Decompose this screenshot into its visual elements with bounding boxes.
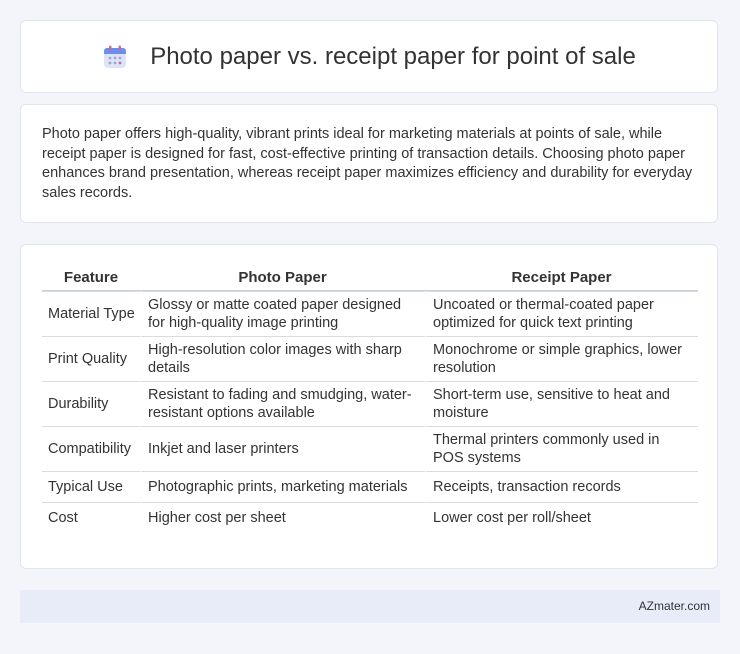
receipt-paper-cell: Receipts, transaction records (425, 471, 698, 502)
comparison-table: Feature Photo Paper Receipt Paper Materi… (42, 265, 698, 533)
footer: AZmater.com (20, 590, 720, 623)
feature-cell: Cost (42, 502, 140, 533)
summary-text: Photo paper offers high-quality, vibrant… (42, 126, 693, 201)
photo-paper-cell: Photographic prints, marketing materials (140, 471, 425, 502)
feature-cell: Typical Use (42, 471, 140, 502)
table-row: Typical Use Photographic prints, marketi… (42, 471, 698, 502)
photo-paper-cell: Inkjet and laser printers (140, 426, 425, 471)
table-row: Material Type Glossy or matte coated pap… (42, 291, 698, 336)
feature-cell: Print Quality (42, 336, 140, 381)
footer-brand: AZmater.com (638, 599, 710, 613)
receipt-paper-cell: Uncoated or thermal-coated paper optimiz… (425, 291, 698, 336)
summary-card: Photo paper offers high-quality, vibrant… (20, 104, 718, 223)
column-header-photo-paper: Photo Paper (140, 265, 425, 291)
feature-cell: Durability (42, 381, 140, 426)
title-card: Photo paper vs. receipt paper for point … (20, 20, 718, 93)
receipt-paper-cell: Thermal printers commonly used in POS sy… (425, 426, 698, 471)
table-header-row: Feature Photo Paper Receipt Paper (42, 265, 698, 291)
table-row: Cost Higher cost per sheet Lower cost pe… (42, 502, 698, 533)
column-header-receipt-paper: Receipt Paper (425, 265, 698, 291)
photo-paper-cell: Glossy or matte coated paper designed fo… (140, 291, 425, 336)
receipt-paper-cell: Short-term use, sensitive to heat and mo… (425, 381, 698, 426)
page-title: Photo paper vs. receipt paper for point … (150, 42, 636, 70)
receipt-paper-cell: Monochrome or simple graphics, lower res… (425, 336, 698, 381)
calendar-icon (102, 44, 128, 70)
feature-cell: Material Type (42, 291, 140, 336)
comparison-table-card: Feature Photo Paper Receipt Paper Materi… (20, 244, 718, 569)
table-row: Print Quality High-resolution color imag… (42, 336, 698, 381)
table-row: Compatibility Inkjet and laser printers … (42, 426, 698, 471)
photo-paper-cell: Higher cost per sheet (140, 502, 425, 533)
photo-paper-cell: Resistant to fading and smudging, water-… (140, 381, 425, 426)
column-header-feature: Feature (42, 265, 140, 291)
receipt-paper-cell: Lower cost per roll/sheet (425, 502, 698, 533)
feature-cell: Compatibility (42, 426, 140, 471)
photo-paper-cell: High-resolution color images with sharp … (140, 336, 425, 381)
table-row: Durability Resistant to fading and smudg… (42, 381, 698, 426)
